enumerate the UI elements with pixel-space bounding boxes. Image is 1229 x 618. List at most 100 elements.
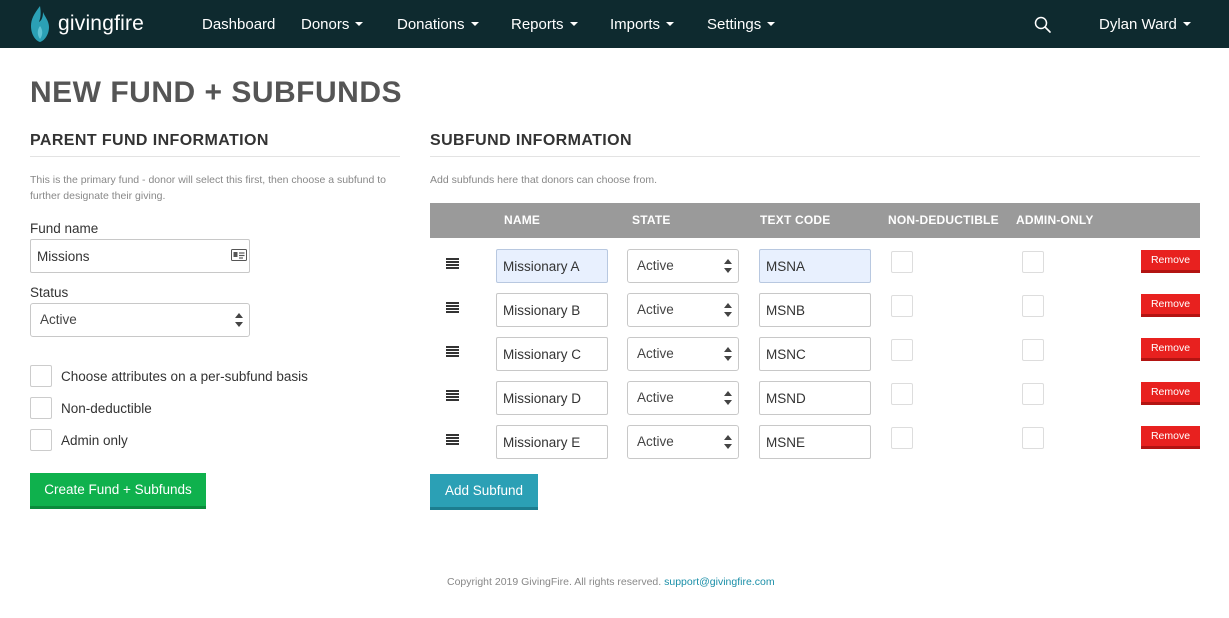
subfund-admin-only-checkbox[interactable] xyxy=(1022,251,1044,273)
column-header-name: NAME xyxy=(504,213,541,227)
create-fund-button[interactable]: Create Fund + Subfunds xyxy=(30,473,206,509)
subfund-state-select[interactable]: Active xyxy=(627,293,739,327)
subfund-row: Active Remove xyxy=(430,293,1200,337)
remove-subfund-button[interactable]: Remove xyxy=(1141,338,1200,361)
subfund-section-title: SUBFUND INFORMATION xyxy=(430,132,632,149)
subfund-state-value: Active xyxy=(637,390,674,405)
subfund-code-input[interactable] xyxy=(759,337,871,371)
admin-only-checkbox[interactable] xyxy=(30,429,52,451)
column-header-admin-only: ADMIN-ONLY xyxy=(1016,213,1094,227)
brand-name: givingfire xyxy=(58,12,145,35)
select-arrows-icon xyxy=(724,259,732,273)
caret-down-icon xyxy=(569,22,578,27)
flame-icon xyxy=(31,6,49,42)
remove-subfund-button[interactable]: Remove xyxy=(1141,426,1200,449)
select-arrows-icon xyxy=(724,435,732,449)
subfund-non-deductible-checkbox[interactable] xyxy=(891,427,913,449)
subfund-code-input[interactable] xyxy=(759,293,871,327)
subfund-name-input[interactable] xyxy=(496,425,608,459)
column-header-non-deductible: NON-DEDUCTIBLE xyxy=(888,213,999,227)
subfund-state-value: Active xyxy=(637,302,674,317)
nav-dashboard[interactable]: Dashboard xyxy=(202,0,275,48)
nav-settings[interactable]: Settings xyxy=(707,0,776,48)
drag-handle-icon[interactable] xyxy=(446,258,459,269)
subfund-table-header: NAME STATE TEXT CODE NON-DEDUCTIBLE ADMI… xyxy=(430,203,1200,238)
subfund-admin-only-checkbox[interactable] xyxy=(1022,295,1044,317)
parent-help-text: This is the primary fund - donor will se… xyxy=(30,174,387,202)
subfund-divider xyxy=(430,156,1200,157)
nav-donors[interactable]: Donors xyxy=(301,0,364,48)
parent-divider xyxy=(30,156,400,157)
nav-reports[interactable]: Reports xyxy=(511,0,578,48)
subfund-row: Active Remove xyxy=(430,425,1200,469)
subfund-state-select[interactable]: Active xyxy=(627,425,739,459)
support-email-link[interactable]: support@givingfire.com xyxy=(664,576,774,588)
subfund-code-input[interactable] xyxy=(759,425,871,459)
admin-only-label: Admin only xyxy=(61,433,128,448)
subfund-admin-only-checkbox[interactable] xyxy=(1022,383,1044,405)
subfund-row: Active Remove xyxy=(430,249,1200,293)
subfund-admin-only-checkbox[interactable] xyxy=(1022,427,1044,449)
caret-down-icon xyxy=(470,22,479,27)
select-arrows-icon xyxy=(235,313,243,327)
nav-imports[interactable]: Imports xyxy=(610,0,675,48)
subfund-state-value: Active xyxy=(637,346,674,361)
remove-subfund-button[interactable]: Remove xyxy=(1141,382,1200,405)
nav-imports-label: Imports xyxy=(610,16,661,33)
top-navbar: givingfire Dashboard Donors Donations Re… xyxy=(0,0,1229,48)
nav-donors-label: Donors xyxy=(301,16,350,33)
non-deductible-label: Non-deductible xyxy=(61,401,152,416)
fund-name-label: Fund name xyxy=(30,221,99,236)
status-select-value: Active xyxy=(40,312,77,327)
nav-settings-label: Settings xyxy=(707,16,762,33)
per-subfund-attributes-label: Choose attributes on a per-subfund basis xyxy=(61,369,308,384)
contact-card-icon[interactable] xyxy=(231,249,247,261)
remove-subfund-button[interactable]: Remove xyxy=(1141,294,1200,317)
subfund-state-select[interactable]: Active xyxy=(627,249,739,283)
remove-subfund-button[interactable]: Remove xyxy=(1141,250,1200,273)
fund-name-input[interactable] xyxy=(30,239,250,273)
subfund-state-value: Active xyxy=(637,258,674,273)
drag-handle-icon[interactable] xyxy=(446,390,459,401)
subfund-row: Active Remove xyxy=(430,337,1200,381)
drag-handle-icon[interactable] xyxy=(446,346,459,357)
non-deductible-checkbox[interactable] xyxy=(30,397,52,419)
subfund-state-select[interactable]: Active xyxy=(627,337,739,371)
drag-handle-icon[interactable] xyxy=(446,302,459,313)
subfund-non-deductible-checkbox[interactable] xyxy=(891,295,913,317)
subfund-admin-only-checkbox[interactable] xyxy=(1022,339,1044,361)
subfund-name-input[interactable] xyxy=(496,381,608,415)
subfund-code-input[interactable] xyxy=(759,249,871,283)
nav-donations[interactable]: Donations xyxy=(397,0,479,48)
select-arrows-icon xyxy=(724,391,732,405)
column-header-text-code: TEXT CODE xyxy=(760,213,831,227)
per-subfund-attributes-checkbox[interactable] xyxy=(30,365,52,387)
page-title: NEW FUND + SUBFUNDS xyxy=(30,76,403,109)
nav-donations-label: Donations xyxy=(397,16,465,33)
column-header-state: STATE xyxy=(632,213,671,227)
subfund-non-deductible-checkbox[interactable] xyxy=(891,251,913,273)
status-select[interactable]: Active xyxy=(30,303,250,337)
subfund-non-deductible-checkbox[interactable] xyxy=(891,339,913,361)
user-menu[interactable]: Dylan Ward xyxy=(1099,0,1191,48)
subfund-non-deductible-checkbox[interactable] xyxy=(891,383,913,405)
search-icon[interactable] xyxy=(1034,16,1052,34)
subfund-name-input[interactable] xyxy=(496,337,608,371)
subfund-code-input[interactable] xyxy=(759,381,871,415)
footer-copyright: Copyright 2019 GivingFire. All rights re… xyxy=(447,576,662,588)
subfund-state-select[interactable]: Active xyxy=(627,381,739,415)
caret-down-icon xyxy=(767,22,776,27)
select-arrows-icon xyxy=(724,303,732,317)
subfund-help-text: Add subfunds here that donors can choose… xyxy=(430,174,658,186)
nav-dashboard-label: Dashboard xyxy=(202,16,276,33)
drag-handle-icon[interactable] xyxy=(446,434,459,445)
user-name: Dylan Ward xyxy=(1099,16,1177,33)
brand-logo[interactable]: givingfire xyxy=(30,6,144,42)
parent-section-title: PARENT FUND INFORMATION xyxy=(30,132,269,149)
nav-reports-label: Reports xyxy=(511,16,564,33)
subfund-state-value: Active xyxy=(637,434,674,449)
subfund-name-input[interactable] xyxy=(496,293,608,327)
add-subfund-button[interactable]: Add Subfund xyxy=(430,474,538,510)
select-arrows-icon xyxy=(724,347,732,361)
subfund-name-input[interactable] xyxy=(496,249,608,283)
